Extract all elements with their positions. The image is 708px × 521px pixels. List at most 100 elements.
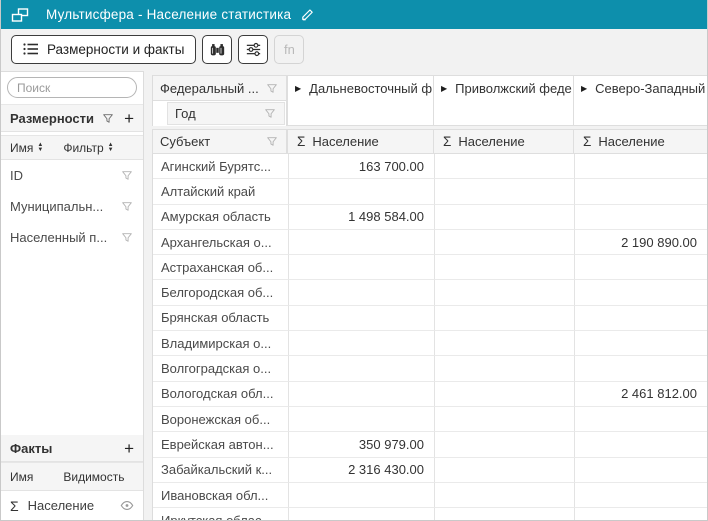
row-label[interactable]: Алтайский край	[153, 179, 288, 204]
subject-filter-icon[interactable]	[265, 135, 279, 148]
value-cell[interactable]	[574, 154, 707, 179]
value-cell[interactable]	[434, 382, 574, 407]
value-cell[interactable]	[288, 230, 434, 255]
column-group-1[interactable]: ▶Приволжский феде	[433, 76, 573, 125]
expand-icon[interactable]: ▶	[441, 84, 447, 125]
value-cell[interactable]	[574, 179, 707, 204]
value-cell[interactable]	[288, 306, 434, 331]
visibility-eye-icon[interactable]	[120, 500, 134, 511]
row-label[interactable]: Ивановская обл...	[153, 483, 288, 508]
dimensions-section-header: Размерности +	[1, 105, 143, 132]
measure-header-1[interactable]: ΣНаселение	[433, 129, 573, 154]
expand-icon[interactable]: ▶	[295, 84, 301, 125]
value-cell[interactable]	[288, 382, 434, 407]
row-label[interactable]: Белгородская об...	[153, 280, 288, 305]
dimensions-filter-icon[interactable]	[101, 112, 115, 125]
add-fact-button[interactable]: +	[124, 440, 134, 457]
value-cell[interactable]	[288, 280, 434, 305]
value-cell[interactable]	[574, 432, 707, 457]
fn-formula-button[interactable]: fn	[274, 35, 304, 64]
expand-icon[interactable]: ▶	[581, 84, 587, 125]
row-label[interactable]: Владимирская о...	[153, 331, 288, 356]
measure-header-2[interactable]: ΣНаселение	[573, 129, 707, 154]
row-label[interactable]: Еврейская автон...	[153, 432, 288, 457]
dimension-item[interactable]: Населенный п...	[1, 222, 143, 253]
value-cell[interactable]	[288, 255, 434, 280]
federal-district-filter-icon[interactable]	[265, 82, 279, 95]
add-dimension-button[interactable]: +	[124, 110, 134, 127]
column-group-2[interactable]: ▶Северо-Западный ф	[573, 76, 707, 125]
value-cell[interactable]	[288, 179, 434, 204]
filter-icon[interactable]	[120, 169, 134, 182]
column-group-0[interactable]: ▶Дальневосточный ф	[287, 76, 433, 125]
value-cell[interactable]	[434, 432, 574, 457]
edit-title-icon[interactable]	[300, 7, 315, 22]
value-cell[interactable]	[434, 458, 574, 483]
value-cell[interactable]	[288, 356, 434, 381]
value-cell[interactable]	[574, 458, 707, 483]
table-row: Агинский Бурятс...163 700.00	[153, 154, 707, 179]
row-label[interactable]: Вологодская обл...	[153, 382, 288, 407]
value-cell[interactable]: 163 700.00	[288, 154, 434, 179]
row-label[interactable]: Иркутская облас...	[153, 508, 288, 521]
value-cell[interactable]	[574, 356, 707, 381]
filter-icon[interactable]	[120, 231, 134, 244]
dimensions-col-filter[interactable]: Фильтр	[63, 141, 103, 155]
dimensions-col-name[interactable]: Имя	[10, 141, 33, 155]
value-cell[interactable]	[434, 407, 574, 432]
search-binoculars-button[interactable]	[202, 35, 232, 64]
value-cell[interactable]	[434, 508, 574, 521]
value-cell[interactable]	[434, 230, 574, 255]
row-label[interactable]: Воронежская об...	[153, 407, 288, 432]
value-cell[interactable]	[288, 407, 434, 432]
row-label[interactable]: Волгоградская о...	[153, 356, 288, 381]
value-cell[interactable]	[574, 280, 707, 305]
value-cell[interactable]	[434, 356, 574, 381]
value-cell[interactable]	[434, 154, 574, 179]
value-cell[interactable]	[288, 331, 434, 356]
row-label[interactable]: Брянская область	[153, 306, 288, 331]
federal-district-dimension-cell[interactable]: Федеральный ...	[153, 75, 287, 101]
value-cell[interactable]	[434, 255, 574, 280]
value-cell[interactable]	[434, 179, 574, 204]
value-cell[interactable]	[434, 306, 574, 331]
row-label[interactable]: Амурская область	[153, 205, 288, 230]
value-cell[interactable]	[574, 407, 707, 432]
value-cell[interactable]	[288, 508, 434, 521]
value-cell[interactable]	[434, 483, 574, 508]
value-cell[interactable]: 2 461 812.00	[574, 382, 707, 407]
fact-item[interactable]: ΣНаселение	[1, 491, 143, 520]
value-cell[interactable]	[574, 508, 707, 521]
row-label[interactable]: Агинский Бурятс...	[153, 154, 288, 179]
row-label[interactable]: Астраханская об...	[153, 255, 288, 280]
value-cell[interactable]: 350 979.00	[288, 432, 434, 457]
value-cell[interactable]: 2 316 430.00	[288, 458, 434, 483]
dimension-item[interactable]: Муниципальн...	[1, 191, 143, 222]
value-cell[interactable]	[574, 483, 707, 508]
filter-icon[interactable]	[120, 200, 134, 213]
dimension-item[interactable]: ID	[1, 160, 143, 191]
pivot-rows: Агинский Бурятс...163 700.00Алтайский кр…	[152, 154, 707, 521]
search-input[interactable]	[7, 77, 137, 98]
value-cell[interactable]	[574, 205, 707, 230]
value-cell[interactable]	[434, 205, 574, 230]
value-cell[interactable]: 2 190 890.00	[574, 230, 707, 255]
subject-header-cell[interactable]: Субъект	[152, 129, 287, 154]
sort-name-icon[interactable]: ▲▼	[37, 143, 43, 153]
row-label[interactable]: Архангельская о...	[153, 230, 288, 255]
sort-filter-icon[interactable]: ▲▼	[108, 143, 114, 153]
value-cell[interactable]: 1 498 584.00	[288, 205, 434, 230]
multisphere-window-icon[interactable]	[11, 7, 29, 23]
value-cell[interactable]	[574, 331, 707, 356]
value-cell[interactable]	[574, 255, 707, 280]
value-cell[interactable]	[434, 331, 574, 356]
settings-sliders-button[interactable]	[238, 35, 268, 64]
measure-header-0[interactable]: ΣНаселение	[287, 129, 433, 154]
row-label[interactable]: Забайкальский к...	[153, 458, 288, 483]
dimensions-facts-button[interactable]: Размерности и факты	[11, 35, 196, 64]
value-cell[interactable]	[574, 306, 707, 331]
year-dimension-cell[interactable]: Год	[167, 102, 285, 125]
value-cell[interactable]	[288, 483, 434, 508]
year-filter-icon[interactable]	[263, 107, 277, 120]
value-cell[interactable]	[434, 280, 574, 305]
